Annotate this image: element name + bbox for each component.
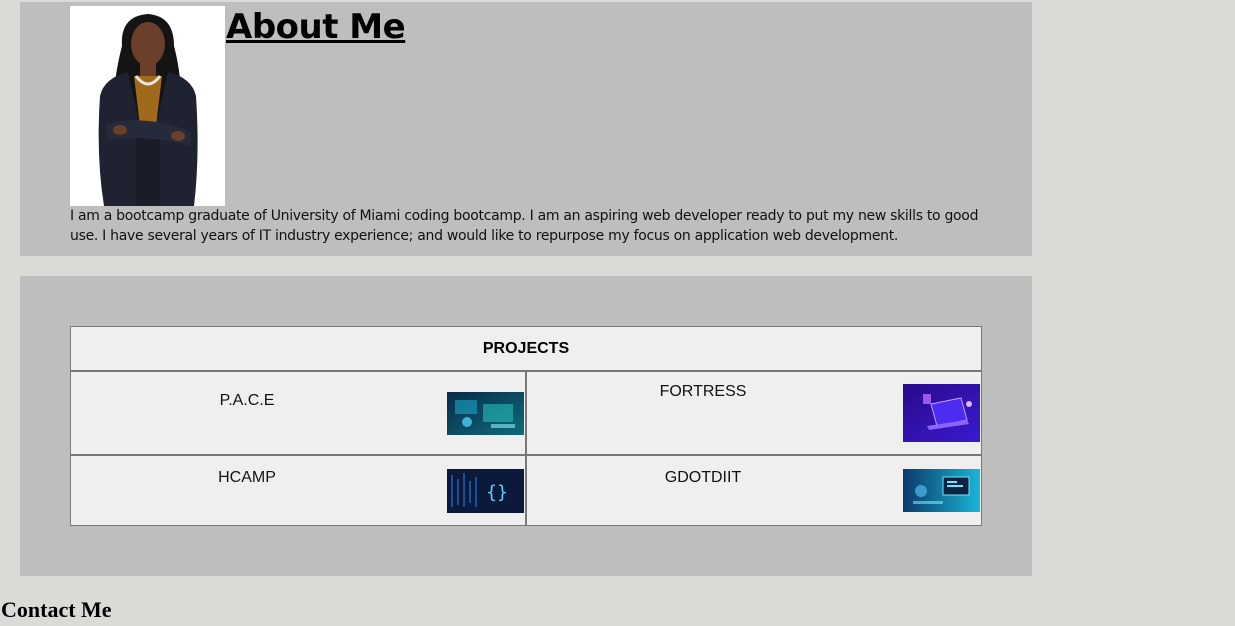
project-name: FORTRESS xyxy=(659,383,747,400)
project-card-pace[interactable]: P.A.C.E xyxy=(70,371,526,455)
contact-title: Contact Me xyxy=(1,597,112,622)
project-name: P.A.C.E xyxy=(219,392,275,409)
svg-text:{}: {} xyxy=(486,482,508,503)
projects-section: PROJECTS P.A.C.E FORTRESS HCAMP {} GDOTD… xyxy=(20,276,1032,576)
project-name: HCAMP xyxy=(218,469,276,486)
project-card-hcamp[interactable]: HCAMP {} xyxy=(70,455,526,526)
project-card-fortress[interactable]: FORTRESS xyxy=(526,371,982,455)
about-section: About Me I am a bootcamp graduate of Uni… xyxy=(20,2,1032,256)
project-card-gdotdiit[interactable]: GDOTDIIT xyxy=(526,455,982,526)
projects-table: PROJECTS P.A.C.E FORTRESS HCAMP {} GDOTD… xyxy=(70,326,982,526)
profile-photo-image xyxy=(70,6,225,206)
project-thumbnail-fortress[interactable] xyxy=(903,384,980,442)
project-thumbnail-gdotdiit[interactable] xyxy=(903,469,980,512)
projects-header: PROJECTS xyxy=(70,326,982,371)
project-name: GDOTDIIT xyxy=(664,469,742,486)
profile-photo xyxy=(70,6,225,206)
project-thumbnail-hcamp[interactable]: {} xyxy=(447,469,524,513)
about-bio: I am a bootcamp graduate of University o… xyxy=(70,208,979,244)
project-thumbnail-pace[interactable] xyxy=(447,392,524,435)
about-title: About Me xyxy=(226,7,406,47)
